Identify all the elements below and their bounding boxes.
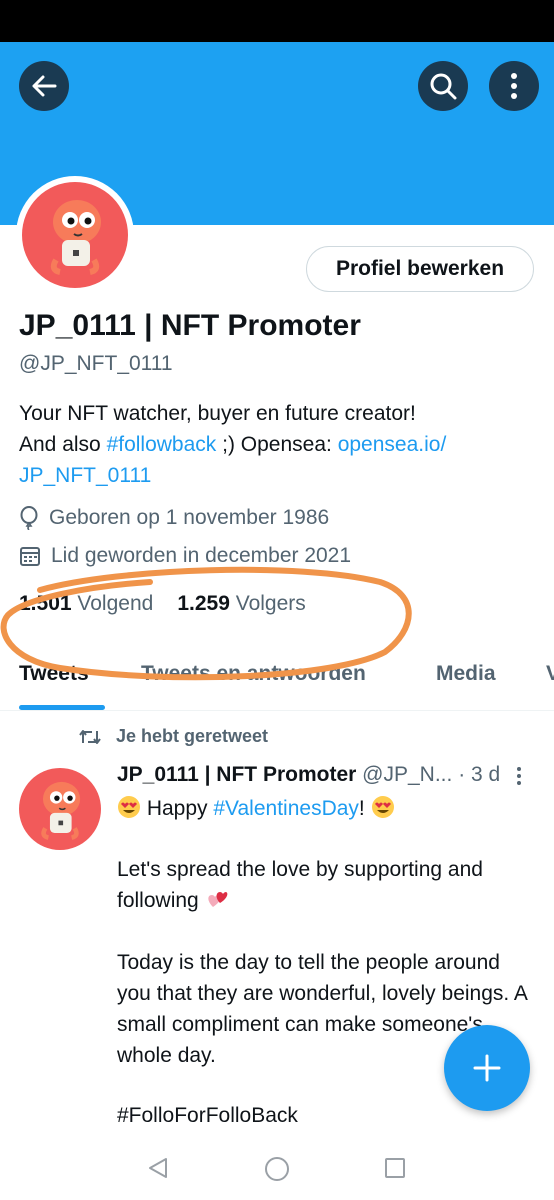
following-count: 1.501 <box>19 592 72 615</box>
follow-stats: 1.501 Volgend 1.259 Volgers <box>19 592 306 616</box>
square-recents-icon <box>385 1158 405 1178</box>
more-vertical-icon <box>511 73 517 99</box>
calendar-icon <box>20 547 40 566</box>
bio-text: And also <box>19 433 107 456</box>
retweet-label: Je hebt geretweet <box>116 726 269 746</box>
followers-label: Volgers <box>235 592 306 615</box>
tweet-line-1: Happy #ValentinesDay! <box>117 793 537 824</box>
edit-profile-button[interactable]: Profiel bewerken <box>306 246 534 292</box>
birthday-text: Geboren op 1 november 1986 <box>49 506 330 529</box>
profile-display-name: JP_0111 | NFT Promoter <box>19 309 361 342</box>
compose-tweet-button[interactable] <box>444 1025 530 1111</box>
tweet-header: JP_0111 | NFT Promoter @JP_N... · 3 d <box>117 763 537 787</box>
following-link[interactable]: 1.501 Volgend <box>19 592 153 615</box>
search-button[interactable] <box>418 61 468 111</box>
plus-icon <box>473 1054 501 1082</box>
nav-home-button[interactable] <box>264 1156 290 1187</box>
profile-handle: @JP_NFT_0111 <box>19 352 173 375</box>
tweet-time[interactable]: 3 d <box>471 763 500 786</box>
tweet-separator: · <box>458 763 466 786</box>
bio-opensea-link-continued[interactable]: JP_NFT_0111 <box>19 464 151 487</box>
arrow-left-icon <box>32 75 57 97</box>
retweet-indicator: Je hebt geretweet <box>78 726 268 747</box>
birthday-row: Geboren op 1 november 1986 <box>19 506 329 530</box>
tab-tweets-and-replies[interactable]: Tweets en antwoorden <box>141 662 366 686</box>
heart-eyes-emoji-icon <box>118 796 140 818</box>
tab-media[interactable]: Media <box>436 662 496 686</box>
bio-line-1: Your NFT watcher, buyer en future creato… <box>19 402 416 425</box>
tweet-text-segment: ! <box>358 797 371 820</box>
circle-home-icon <box>265 1157 289 1181</box>
bio-hashtag-link[interactable]: #followback <box>107 433 217 456</box>
retweet-icon <box>79 729 101 744</box>
tweet-paragraph-2: Let's spread the love by supporting and … <box>117 854 537 916</box>
nav-recents-button[interactable] <box>383 1156 407 1185</box>
following-label: Volgend <box>77 592 154 615</box>
status-bar <box>0 0 554 42</box>
profile-tabs: Tweets Tweets en antwoorden Media V <box>0 648 554 711</box>
tweet-text-segment: Happy <box>141 797 214 820</box>
tweet-author-handle: @JP_N... <box>362 763 453 786</box>
back-button[interactable] <box>19 61 69 111</box>
tweet-author-avatar[interactable] <box>19 768 101 850</box>
followers-count: 1.259 <box>177 592 230 615</box>
heart-eyes-emoji-icon <box>371 796 394 818</box>
balloon-icon <box>20 506 38 530</box>
joined-row: Lid geworden in december 2021 <box>19 544 351 568</box>
valentines-hashtag-link[interactable]: #ValentinesDay <box>213 797 359 820</box>
tweet-author-name[interactable]: JP_0111 | NFT Promoter <box>117 763 356 786</box>
bio-opensea-link[interactable]: opensea.io/ <box>338 433 447 456</box>
search-icon <box>430 73 457 100</box>
two-hearts-emoji-icon <box>207 892 227 907</box>
profile-bio: Your NFT watcher, buyer en future creato… <box>19 398 539 491</box>
bio-text: ;) Opensea: <box>216 433 338 456</box>
tweet-more-button[interactable] <box>516 766 522 791</box>
system-navigation-bar <box>0 1136 554 1200</box>
active-tab-indicator <box>19 705 105 710</box>
octopus-avatar-icon <box>50 200 101 275</box>
more-options-button[interactable] <box>489 61 539 111</box>
octopus-avatar-icon <box>41 781 81 840</box>
bio-line-2: And also #followback ;) Opensea: opensea… <box>19 429 539 460</box>
triangle-back-icon <box>149 1158 167 1178</box>
joined-text: Lid geworden in december 2021 <box>51 544 352 567</box>
nav-back-button[interactable] <box>146 1156 170 1185</box>
tweet-paragraph-text: Let's spread the love by supporting and … <box>117 858 483 912</box>
more-vertical-icon <box>517 767 521 785</box>
profile-avatar[interactable] <box>16 176 134 294</box>
followers-link[interactable]: 1.259 Volgers <box>177 592 305 615</box>
tab-tweets[interactable]: Tweets <box>19 662 89 686</box>
tab-likes-partial[interactable]: V <box>546 662 554 686</box>
